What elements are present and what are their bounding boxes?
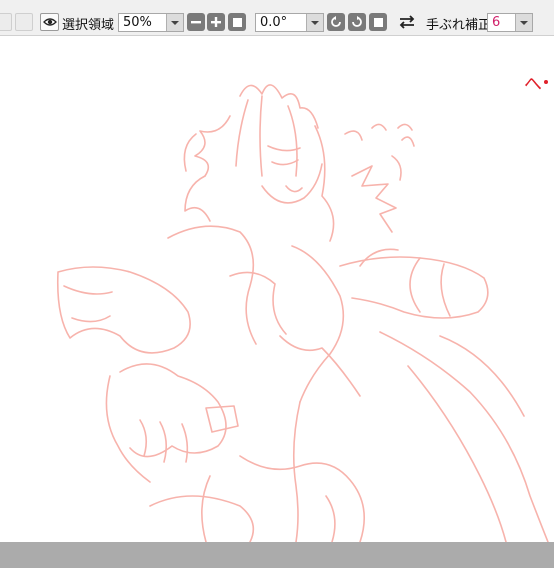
chevron-down-icon[interactable] [306,14,323,31]
selection-area-label: 選択領域 [62,18,115,33]
canvas-gutter [0,542,554,568]
square-icon [232,17,242,27]
zoom-fit-button[interactable] [228,13,246,31]
tool-property-bar: 選択領域 50% 0.0° 手ぶれ補正 6 [0,6,554,36]
selection-visibility-toggle[interactable] [40,13,59,31]
rotate-left-button[interactable] [327,13,345,31]
swap-icon [399,15,415,29]
zoom-combo[interactable]: 50% [118,13,184,32]
plus-icon [211,17,221,27]
eye-icon [42,18,57,26]
canvas-annotation-text: へ [524,74,542,95]
zoom-value: 50% [123,15,152,30]
sketch-drawing: へ [56,74,549,543]
rotate-left-icon [331,16,341,27]
rotate-right-icon [352,16,362,27]
rotation-reset-button[interactable] [369,13,387,31]
drawing-canvas[interactable]: へ [0,36,554,543]
square-icon [373,17,383,27]
flip-horizontal-button[interactable] [398,14,416,30]
zoom-in-button[interactable] [207,13,225,31]
rotate-right-button[interactable] [348,13,366,31]
zoom-out-button[interactable] [187,13,205,31]
prev-tool-button[interactable] [0,13,12,31]
chevron-down-icon[interactable] [515,14,532,31]
chevron-down-icon[interactable] [166,14,183,31]
stabilizer-label: 手ぶれ補正 [426,18,492,33]
stabilizer-combo[interactable]: 6 [487,13,533,32]
minus-icon [191,21,201,24]
stabilizer-value: 6 [492,15,501,30]
rotation-combo[interactable]: 0.0° [255,13,324,32]
tool-option-button[interactable] [15,13,33,31]
rotation-value: 0.0° [260,15,288,30]
